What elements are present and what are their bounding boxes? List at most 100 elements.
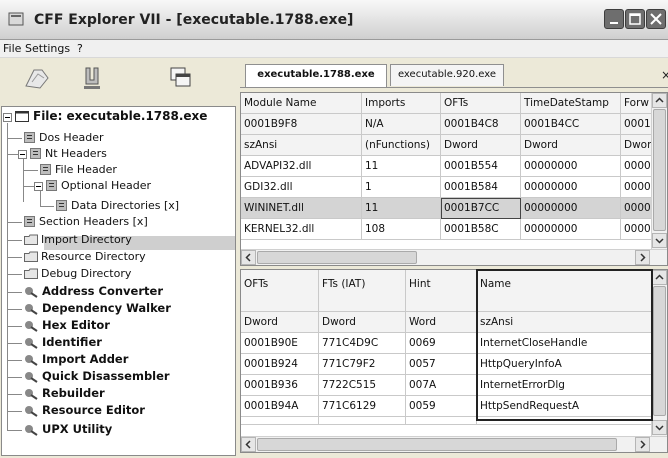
table-cell-focused[interactable]: 0001B7CC [441, 198, 521, 219]
close-button[interactable] [646, 9, 666, 29]
scroll-left-button[interactable] [241, 250, 256, 265]
table-cell[interactable]: 0001B936 [241, 375, 319, 396]
scroll-left-button[interactable] [241, 437, 256, 452]
table-cell[interactable]: 00000000 [521, 198, 621, 219]
table-cell[interactable]: 1 [362, 177, 441, 198]
table-cell[interactable]: HttpSendRequestA [477, 396, 653, 417]
table-cell[interactable]: 11 [362, 198, 441, 219]
tree-item-data-directories[interactable]: Data Directories [x] [71, 198, 179, 213]
menu-settings[interactable]: Settings [25, 42, 70, 55]
scroll-up-button[interactable] [652, 93, 667, 108]
table-cell[interactable]: 00000000 [521, 156, 621, 177]
vertical-scrollbar[interactable] [651, 270, 667, 436]
column-header[interactable]: Imports [362, 93, 441, 114]
table-cell[interactable]: 0069 [406, 333, 477, 354]
tree-item-section-headers[interactable]: Section Headers [x] [39, 214, 148, 229]
horizontal-scrollbar[interactable] [241, 436, 667, 452]
tree-item-resource-directory[interactable]: Resource Directory [41, 249, 146, 264]
tree-item-identifier[interactable]: Identifier [42, 335, 102, 350]
scroll-up-button[interactable] [652, 270, 667, 285]
table-cell[interactable]: 0000 [621, 198, 653, 219]
title-bar[interactable]: CFF Explorer VII - [executable.1788.exe] [0, 0, 668, 40]
table-cell[interactable]: 7722C515 [319, 375, 406, 396]
table-cell [319, 417, 406, 425]
tree-item-import-directory[interactable]: Import Directory [41, 232, 132, 247]
column-header[interactable]: FTs (IAT) [319, 270, 406, 312]
tree-root-file[interactable]: File: executable.1788.exe [33, 109, 207, 124]
table-cell[interactable]: InternetCloseHandle [477, 333, 653, 354]
tree-item-hex-editor[interactable]: Hex Editor [42, 318, 110, 333]
tool-icon [25, 287, 38, 298]
horizontal-scrollbar[interactable] [241, 249, 667, 265]
minimize-icon [610, 22, 618, 24]
tree-item-dependency-walker[interactable]: Dependency Walker [42, 301, 171, 316]
tree-item-optional-header[interactable]: Optional Header [61, 178, 151, 193]
tab-executable-920[interactable]: executable.920.exe [390, 64, 504, 86]
table-cell[interactable]: 11 [362, 156, 441, 177]
table-cell[interactable]: 0001B90E [241, 333, 319, 354]
tree-item-address-converter[interactable]: Address Converter [42, 284, 163, 299]
table-cell[interactable]: 00000000 [521, 177, 621, 198]
scroll-thumb[interactable] [653, 109, 666, 231]
tree-item-nt-headers[interactable]: Nt Headers [45, 146, 107, 161]
scroll-down-button[interactable] [652, 233, 667, 248]
column-header[interactable]: OFTs [241, 270, 319, 312]
tree-item-resource-editor[interactable]: Resource Editor [42, 403, 145, 418]
column-header[interactable]: TimeDateStamp [521, 93, 621, 114]
save-icon[interactable] [77, 64, 107, 92]
root-expander[interactable] [3, 113, 12, 122]
scroll-thumb[interactable] [257, 251, 417, 264]
minimize-button[interactable] [604, 9, 624, 29]
scroll-right-button[interactable] [635, 250, 650, 265]
table-cell[interactable]: 0001B554 [441, 156, 521, 177]
tree-item-rebuilder[interactable]: Rebuilder [42, 386, 105, 401]
table-cell[interactable]: 0001B94A [241, 396, 319, 417]
tree-item-file-header[interactable]: File Header [55, 162, 117, 177]
table-cell[interactable]: 0059 [406, 396, 477, 417]
tree-item-upx-utility[interactable]: UPX Utility [42, 422, 112, 437]
table-cell[interactable]: 771C79F2 [319, 354, 406, 375]
tree-item-quick-disassembler[interactable]: Quick Disassembler [42, 369, 170, 384]
scroll-thumb[interactable] [653, 286, 666, 416]
table-cell[interactable]: 771C6129 [319, 396, 406, 417]
table-cell[interactable]: HttpQueryInfoA [477, 354, 653, 375]
windows-icon[interactable] [165, 64, 195, 92]
scroll-thumb[interactable] [257, 438, 617, 451]
tree-item-debug-directory[interactable]: Debug Directory [41, 266, 131, 281]
close-tab-icon[interactable]: × [661, 68, 668, 82]
table-cell[interactable]: 771C4D9C [319, 333, 406, 354]
table-cell[interactable]: GDI32.dll [241, 177, 362, 198]
table-cell[interactable]: KERNEL32.dll [241, 219, 362, 240]
table-cell[interactable]: InternetErrorDlg [477, 375, 653, 396]
open-file-icon[interactable] [22, 64, 52, 92]
column-header[interactable]: Hint [406, 270, 477, 312]
maximize-button[interactable] [625, 9, 645, 29]
column-header[interactable]: Module Name [241, 93, 362, 114]
table-cell[interactable]: 0001B584 [441, 177, 521, 198]
menu-help[interactable]: ? [77, 42, 83, 55]
scroll-down-button[interactable] [652, 420, 667, 435]
tree-item-import-adder[interactable]: Import Adder [42, 352, 128, 367]
menu-file[interactable]: File [3, 42, 21, 55]
table-cell[interactable]: WININET.dll [241, 198, 362, 219]
nt-headers-expander[interactable] [18, 150, 27, 159]
tab-executable-1788[interactable]: executable.1788.exe [245, 64, 387, 88]
table-cell[interactable]: 0057 [406, 354, 477, 375]
table-cell: 0001B9F8 [241, 114, 362, 135]
table-cell[interactable]: 00000000 [521, 219, 621, 240]
table-cell[interactable]: 0001B924 [241, 354, 319, 375]
column-header[interactable]: Name [477, 270, 653, 291]
table-cell[interactable]: ADVAPI32.dll [241, 156, 362, 177]
table-cell[interactable]: 108 [362, 219, 441, 240]
table-cell[interactable]: 007A [406, 375, 477, 396]
vertical-scrollbar[interactable] [651, 93, 667, 249]
table-cell[interactable]: 0000 [621, 156, 653, 177]
column-header[interactable]: Forw [621, 93, 653, 114]
tree-item-dos-header[interactable]: Dos Header [39, 130, 103, 145]
scroll-right-button[interactable] [635, 437, 650, 452]
optional-header-expander[interactable] [34, 182, 43, 191]
table-cell[interactable]: 0000 [621, 219, 653, 240]
table-cell[interactable]: 0000 [621, 177, 653, 198]
column-header[interactable]: OFTs [441, 93, 521, 114]
table-cell[interactable]: 0001B58C [441, 219, 521, 240]
